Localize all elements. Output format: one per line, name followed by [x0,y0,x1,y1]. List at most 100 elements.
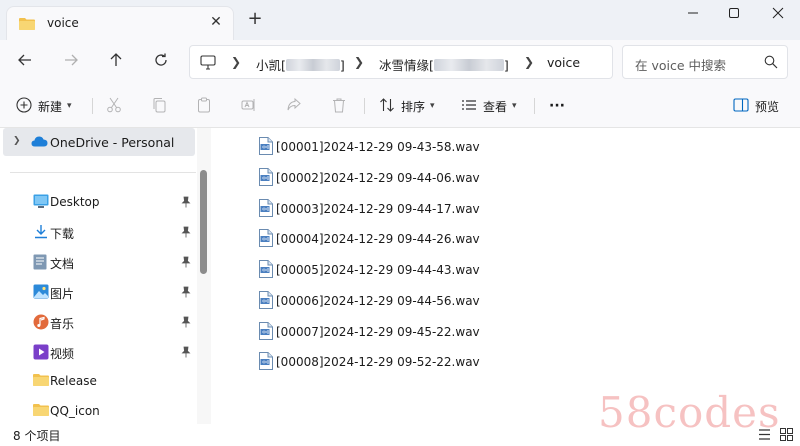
divider [92,98,93,114]
audio-file-icon [258,321,274,343]
copy-icon [151,97,167,116]
scrollbar-thumb[interactable] [200,170,207,274]
view-button[interactable]: 查看 ▾ [461,96,517,116]
audio-file-icon [258,228,274,250]
this-pc-icon [200,55,216,73]
pin-icon[interactable] [181,196,191,211]
sidebar-item-videos[interactable]: 视频 [0,338,196,366]
share-icon [286,97,302,116]
item-count: 8 个项目 [13,429,61,443]
sidebar-label-onedrive: OneDrive - Personal [50,135,175,150]
large-icons-view-icon[interactable] [780,428,793,444]
share-button[interactable] [286,96,302,116]
maximize-button[interactable] [724,6,744,24]
file-item[interactable]: [00005]2024-12-29 09-44-43.wav [258,259,480,281]
back-button[interactable] [15,52,35,72]
divider [364,98,365,114]
chevron-right-icon[interactable]: ❯ [231,55,241,69]
up-button[interactable] [106,52,126,72]
download-icon [33,224,49,242]
pin-icon[interactable] [181,346,191,361]
document-icon [33,254,47,273]
preview-pane-button[interactable]: 预览 [733,96,779,116]
folder-icon [33,373,49,389]
sidebar-label: Release [50,374,97,388]
pin-icon[interactable] [181,316,191,331]
new-tab-button[interactable]: + [246,10,264,28]
chevron-down-icon: ▾ [67,101,72,111]
chevron-down-icon: ▾ [512,101,517,111]
trash-icon [331,97,347,116]
audio-file-icon [258,136,274,158]
view-label: 查看 [483,99,508,114]
copy-button[interactable] [151,96,167,116]
preview-pane-icon [733,97,749,115]
rename-icon [241,97,257,116]
search-icon [764,55,778,72]
cut-button[interactable] [106,96,122,116]
clipboard-icon [196,97,212,116]
redacted-text [433,59,504,71]
sidebar-item-documents[interactable]: 文档 [0,248,196,276]
address-bar[interactable]: ❯ 小凯[] ❯ 冰雪情缘[] ❯ voice [189,45,613,79]
new-button[interactable]: 新建 ▾ [16,96,72,116]
minimize-button[interactable] [683,6,703,24]
close-tab-icon[interactable]: ✕ [207,13,225,31]
desktop-icon [33,194,49,211]
file-item[interactable]: [00007]2024-12-29 09-45-22.wav [258,321,480,343]
tab-voice[interactable]: voice ✕ [6,6,234,40]
tab-title: voice [47,16,79,30]
file-item[interactable]: [00001]2024-12-29 09-43-58.wav [258,136,480,158]
pin-icon[interactable] [181,256,191,271]
sort-icon [379,97,395,116]
breadcrumb-folder-suffix: ] [503,58,509,73]
preview-label: 预览 [755,99,780,114]
file-name: [00006]2024-12-29 09-44-56.wav [276,294,480,308]
delete-button[interactable] [331,96,347,116]
sidebar-item-desktop[interactable]: Desktop [0,188,196,216]
refresh-button[interactable] [151,52,171,72]
more-options-button[interactable]: ··· [549,96,565,116]
file-name: [00003]2024-12-29 09-44-17.wav [276,202,480,216]
paste-button[interactable] [196,96,212,116]
file-item[interactable]: [00004]2024-12-29 09-44-26.wav [258,228,480,250]
file-item[interactable]: [00008]2024-12-29 09-52-22.wav [258,351,480,373]
watermark: 58codes [598,388,781,437]
chevron-right-icon[interactable]: ❯ [13,136,21,146]
breadcrumb-folder[interactable]: 冰雪情缘[] [379,55,509,74]
search-input[interactable]: 在 voice 中搜索 [622,45,788,79]
video-icon [33,344,49,363]
sidebar-item-release[interactable]: Release [0,367,196,395]
sidebar-divider [10,172,196,173]
sort-button[interactable]: 排序 ▾ [379,96,435,116]
chevron-right-icon[interactable]: ❯ [524,55,534,69]
audio-file-icon [258,259,274,281]
forward-button[interactable] [61,52,81,72]
sidebar-item-downloads[interactable]: 下载 [0,218,196,246]
sidebar-item-pictures[interactable]: 图片 [0,278,196,306]
pin-icon[interactable] [181,286,191,301]
file-item[interactable]: [00002]2024-12-29 09-44-06.wav [258,167,480,188]
audio-file-icon [258,290,274,312]
chevron-right-icon[interactable]: ❯ [354,55,364,69]
breadcrumb-user-suffix: ] [339,58,345,73]
title-bar: voice ✕ + [0,0,800,40]
redacted-text [285,59,340,71]
pin-icon[interactable] [181,226,191,241]
cloud-icon [31,135,48,150]
breadcrumb-voice[interactable]: voice [547,55,580,70]
add-circle-icon [16,96,32,116]
audio-file-icon [258,351,274,373]
rename-button[interactable] [241,96,257,116]
file-item[interactable]: [00006]2024-12-29 09-44-56.wav [258,290,480,312]
sidebar-item-qq-icon[interactable]: QQ_icon [0,397,196,425]
file-item[interactable]: [00003]2024-12-29 09-44-17.wav [258,198,480,219]
sidebar-label: 下载 [50,227,75,241]
breadcrumb-user[interactable]: 小凯[] [256,55,345,74]
sidebar-label: 视频 [50,347,75,361]
sidebar-label: Desktop [50,195,100,209]
navigation-bar: ❯ 小凯[] ❯ 冰雪情缘[] ❯ voice 在 voice 中搜索 [0,40,800,84]
sidebar-item-music[interactable]: 音乐 [0,308,196,336]
file-name: [00005]2024-12-29 09-44-43.wav [276,263,480,277]
close-window-button[interactable] [768,6,788,24]
